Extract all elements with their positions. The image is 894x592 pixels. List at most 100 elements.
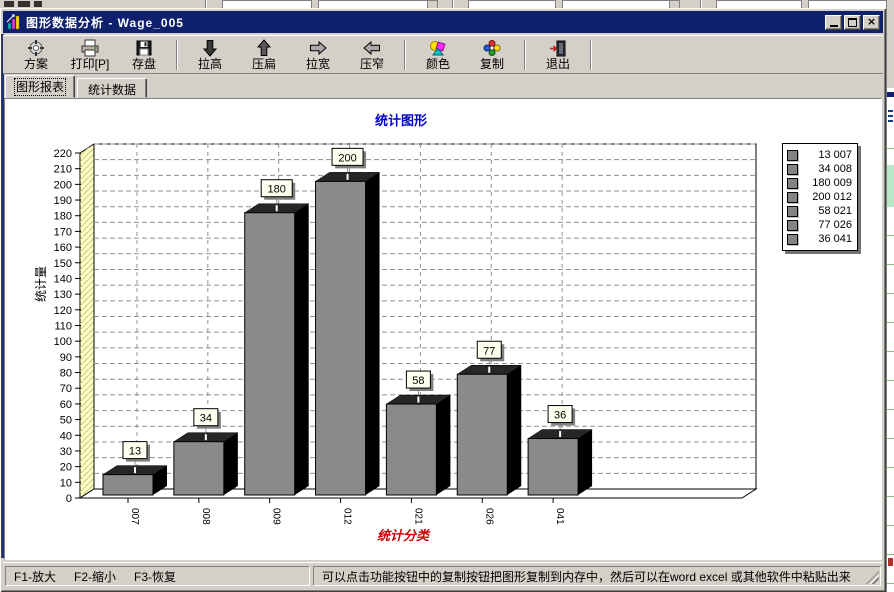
statistics-bar-chart: 0102030405060708090100110120130140150160… bbox=[5, 99, 881, 559]
minimize-button[interactable] bbox=[825, 15, 842, 30]
legend-swatch-icon bbox=[787, 206, 798, 217]
svg-text:30: 30 bbox=[60, 446, 72, 458]
svg-text:40: 40 bbox=[60, 430, 72, 442]
svg-text:13: 13 bbox=[129, 446, 141, 458]
legend-item: 13 007 bbox=[787, 148, 852, 162]
svg-text:34: 34 bbox=[200, 413, 212, 425]
svg-text:200: 200 bbox=[54, 179, 72, 191]
color-button[interactable]: 颜色 bbox=[411, 37, 465, 73]
statusbar-message: 可以点击功能按钮中的复制按钮把图形复制到内存中，然后可以在word excel … bbox=[322, 568, 851, 585]
legend-label: 180 009 bbox=[798, 178, 852, 189]
legend-label: 58 021 bbox=[798, 206, 852, 217]
svg-text:012: 012 bbox=[342, 508, 353, 525]
toolbar-separator bbox=[590, 40, 592, 70]
svg-text:180: 180 bbox=[268, 184, 286, 196]
svg-text:190: 190 bbox=[54, 195, 72, 207]
shortcut-f2: F2-缩小 bbox=[74, 568, 116, 585]
stretch-tall-label: 拉高 bbox=[198, 58, 222, 71]
widen-label: 拉宽 bbox=[306, 58, 330, 71]
legend-swatch-icon bbox=[787, 178, 798, 189]
svg-text:009: 009 bbox=[271, 508, 282, 525]
legend-swatch-icon bbox=[787, 150, 798, 161]
svg-text:021: 021 bbox=[412, 508, 423, 525]
legend-item: 34 008 bbox=[787, 162, 852, 176]
legend-swatch-icon bbox=[787, 220, 798, 231]
svg-text:0: 0 bbox=[66, 493, 72, 505]
maximize-button[interactable] bbox=[844, 15, 861, 30]
toolbar: 方案 打印[P] 存盘 拉高 bbox=[3, 35, 883, 74]
app-icon bbox=[6, 14, 22, 30]
chart-legend: 13 007 34 008 180 009 200 012 58 021 77 026 36… bbox=[782, 143, 858, 251]
svg-text:160: 160 bbox=[54, 242, 72, 254]
close-button[interactable]: × bbox=[863, 15, 880, 30]
color-label: 颜色 bbox=[426, 58, 450, 71]
svg-text:220: 220 bbox=[54, 148, 72, 160]
svg-text:200: 200 bbox=[338, 152, 356, 164]
background-window-right-sliver bbox=[886, 0, 894, 592]
legend-item: 180 009 bbox=[787, 176, 852, 190]
narrow-label: 压窄 bbox=[360, 58, 384, 71]
svg-text:150: 150 bbox=[54, 258, 72, 270]
widen-button[interactable]: 拉宽 bbox=[291, 37, 345, 73]
tab-statistics-data-label: 统计数据 bbox=[88, 83, 136, 97]
legend-item: 36 041 bbox=[787, 232, 852, 246]
tabbar: 图形报表 统计数据 bbox=[5, 75, 883, 98]
legend-label: 34 008 bbox=[798, 164, 852, 175]
arrow-up-icon bbox=[254, 39, 274, 57]
statusbar-message-panel: 可以点击功能按钮中的复制按钮把图形复制到内存中，然后可以在word excel … bbox=[313, 566, 881, 586]
legend-label: 200 012 bbox=[798, 192, 852, 203]
toolbar-separator bbox=[524, 40, 526, 70]
svg-text:统计分类: 统计分类 bbox=[377, 528, 431, 543]
exit-label: 退出 bbox=[546, 58, 570, 71]
statusbar-shortcut-keys: F1-放大 F2-缩小 F3-恢复 bbox=[5, 566, 310, 586]
legend-label: 36 041 bbox=[798, 234, 852, 245]
colors-icon bbox=[428, 39, 448, 57]
statusbar: F1-放大 F2-缩小 F3-恢复 可以点击功能按钮中的复制按钮把图形复制到内存… bbox=[3, 562, 883, 588]
tab-graph-report-label: 图形报表 bbox=[16, 80, 64, 94]
legend-swatch-icon bbox=[787, 234, 798, 245]
scheme-label: 方案 bbox=[24, 58, 48, 71]
flatten-label: 压扁 bbox=[252, 58, 276, 71]
legend-swatch-icon bbox=[787, 164, 798, 175]
svg-text:130: 130 bbox=[54, 289, 72, 301]
scheme-button[interactable]: 方案 bbox=[9, 37, 63, 73]
svg-text:90: 90 bbox=[60, 352, 72, 364]
background-window-top-sliver bbox=[0, 0, 894, 8]
svg-text:统计图形: 统计图形 bbox=[375, 113, 427, 128]
stretch-tall-button[interactable]: 拉高 bbox=[183, 37, 237, 73]
save-button[interactable]: 存盘 bbox=[117, 37, 171, 73]
maximize-icon bbox=[848, 18, 857, 27]
svg-text:026: 026 bbox=[483, 508, 494, 525]
minimize-icon bbox=[830, 25, 838, 27]
svg-text:140: 140 bbox=[54, 273, 72, 285]
svg-text:50: 50 bbox=[60, 415, 72, 427]
print-label: 打印[P] bbox=[71, 58, 110, 71]
legend-label: 77 026 bbox=[798, 220, 852, 231]
svg-text:77: 77 bbox=[483, 345, 495, 357]
copy-icon bbox=[482, 39, 502, 57]
tab-statistics-data[interactable]: 统计数据 bbox=[77, 78, 147, 98]
copy-label: 复制 bbox=[480, 58, 504, 71]
svg-text:008: 008 bbox=[200, 508, 211, 525]
tab-graph-report[interactable]: 图形报表 bbox=[5, 75, 75, 98]
svg-text:007: 007 bbox=[129, 508, 140, 525]
svg-text:60: 60 bbox=[60, 399, 72, 411]
svg-text:210: 210 bbox=[54, 164, 72, 176]
copy-button[interactable]: 复制 bbox=[465, 37, 519, 73]
arrow-right-icon bbox=[308, 39, 328, 57]
narrow-button[interactable]: 压窄 bbox=[345, 37, 399, 73]
legend-item: 58 021 bbox=[787, 204, 852, 218]
resize-grip-icon[interactable] bbox=[866, 571, 879, 584]
exit-button[interactable]: 退出 bbox=[531, 37, 585, 73]
flatten-button[interactable]: 压扁 bbox=[237, 37, 291, 73]
window-title: 图形数据分析 - Wage_005 bbox=[26, 14, 184, 31]
svg-text:58: 58 bbox=[412, 375, 424, 387]
titlebar[interactable]: 图形数据分析 - Wage_005 × bbox=[3, 11, 883, 33]
print-button[interactable]: 打印[P] bbox=[63, 37, 117, 73]
scheme-icon bbox=[26, 39, 46, 57]
legend-item: 77 026 bbox=[787, 218, 852, 232]
svg-text:36: 36 bbox=[554, 410, 566, 422]
exit-icon bbox=[548, 39, 568, 57]
arrow-down-icon bbox=[200, 39, 220, 57]
close-icon: × bbox=[867, 17, 876, 27]
